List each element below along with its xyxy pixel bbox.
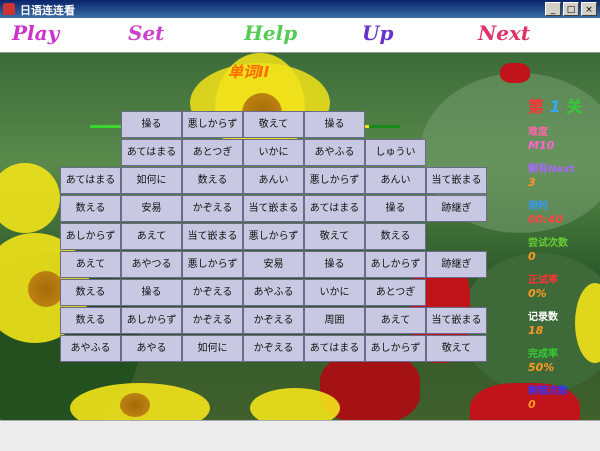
word-tile[interactable]: あとつぎ xyxy=(365,279,426,306)
word-tile[interactable]: あしからず xyxy=(60,223,121,250)
next-button[interactable]: Next xyxy=(478,21,530,45)
word-tile[interactable]: あやつる xyxy=(121,251,182,278)
word-tile[interactable]: あやふる xyxy=(60,335,121,362)
stat-label: 剩错次数 xyxy=(528,386,568,397)
stat-label: 剩有Next xyxy=(528,164,575,175)
word-tile[interactable]: 数える xyxy=(60,307,121,334)
word-tile[interactable]: 周囲 xyxy=(304,307,365,334)
window-title: 日语连连看 xyxy=(20,4,75,17)
stat-label: 完成率 xyxy=(528,349,558,360)
word-set-title: 单词II xyxy=(228,63,270,81)
game-board-area: 单词II 操る 悪しからず 敬えて 操る あてはまる あとつぎ いかに あやふる しゅうい あては… xyxy=(0,53,600,420)
word-tile[interactable]: しゅうい xyxy=(365,139,426,166)
word-tile[interactable]: あんい xyxy=(365,167,426,194)
word-tile[interactable]: いかに xyxy=(304,279,365,306)
word-tile[interactable]: あてはまる xyxy=(60,167,121,194)
word-tile[interactable]: 敬えて xyxy=(243,111,304,138)
word-tile[interactable]: 如何に xyxy=(182,335,243,362)
stat-value: 00:40 xyxy=(528,213,564,226)
word-tile[interactable]: 数える xyxy=(365,223,426,250)
word-tile[interactable]: かぞえる xyxy=(243,335,304,362)
word-tile[interactable]: 悪しからず xyxy=(304,167,365,194)
word-tile[interactable]: 当て嵌まる xyxy=(426,307,487,334)
word-tile[interactable]: 当て嵌まる xyxy=(182,223,243,250)
stat-value: 0 xyxy=(528,250,536,263)
word-tile[interactable]: 操る xyxy=(304,111,365,138)
stat-label: 难度 xyxy=(528,127,548,138)
word-tile[interactable]: あてはまる xyxy=(121,139,182,166)
set-button[interactable]: Set xyxy=(128,21,164,45)
stat-label: 正试率 xyxy=(528,275,558,286)
stat-label: 尝试次数 xyxy=(528,238,568,249)
word-tile[interactable]: 安易 xyxy=(243,251,304,278)
word-tile[interactable]: 如何に xyxy=(121,167,182,194)
word-tile[interactable]: 跡継ぎ xyxy=(426,195,487,222)
stat-value: 3 xyxy=(528,176,536,189)
word-tile[interactable]: 敬えて xyxy=(426,335,487,362)
help-button[interactable]: Help xyxy=(244,21,297,45)
level-indicator: 第 1 关 xyxy=(528,93,582,117)
stat-value: M10 xyxy=(528,139,555,152)
up-button[interactable]: Up xyxy=(362,21,393,45)
word-tile[interactable]: 悪しからず xyxy=(182,111,243,138)
word-tile[interactable]: 悪しからず xyxy=(182,251,243,278)
word-tile[interactable]: 当て嵌まる xyxy=(426,167,487,194)
word-tile[interactable]: かぞえる xyxy=(182,279,243,306)
stat-value: 50% xyxy=(528,361,555,374)
word-tile[interactable]: あえて xyxy=(60,251,121,278)
close-button[interactable]: × xyxy=(581,2,597,16)
level-number: 1 xyxy=(549,97,561,116)
word-tile[interactable]: あてはまる xyxy=(304,335,365,362)
word-tile[interactable]: あやる xyxy=(121,335,182,362)
word-tile[interactable]: かぞえる xyxy=(182,195,243,222)
stat-label: 用时 xyxy=(528,201,548,212)
word-tile[interactable]: あとつぎ xyxy=(182,139,243,166)
status-bar xyxy=(0,420,600,451)
maximize-button[interactable]: □ xyxy=(563,2,579,16)
word-tile[interactable]: 敬えて xyxy=(304,223,365,250)
word-tile[interactable]: 操る xyxy=(121,111,182,138)
word-tile[interactable]: 跡継ぎ xyxy=(426,251,487,278)
word-tile[interactable]: 当て嵌まる xyxy=(243,195,304,222)
word-tile[interactable]: 数える xyxy=(60,195,121,222)
word-tile[interactable]: 数える xyxy=(182,167,243,194)
play-button[interactable]: Play xyxy=(12,21,59,45)
word-tile[interactable]: 安易 xyxy=(121,195,182,222)
stat-label: 记录数 xyxy=(528,312,558,323)
stat-value: 18 xyxy=(528,324,544,337)
level-suffix: 关 xyxy=(566,97,583,116)
stat-value: 0 xyxy=(528,398,536,411)
word-tile[interactable]: あやふる xyxy=(243,279,304,306)
word-tile[interactable]: あてはまる xyxy=(304,195,365,222)
word-tile[interactable]: あしからず xyxy=(365,251,426,278)
word-tile[interactable]: いかに xyxy=(243,139,304,166)
toolbar: Play Set Help Up Next xyxy=(0,18,600,53)
word-tile[interactable]: 操る xyxy=(365,195,426,222)
stat-value: 0% xyxy=(528,287,547,300)
word-tile[interactable]: あしからず xyxy=(365,335,426,362)
word-tile[interactable]: あんい xyxy=(243,167,304,194)
word-tile[interactable]: 操る xyxy=(121,279,182,306)
word-tile[interactable]: かぞえる xyxy=(182,307,243,334)
title-bar: 日语连连看 _ □ × xyxy=(0,0,600,18)
word-tile[interactable]: あやふる xyxy=(304,139,365,166)
word-tile[interactable]: あしからず xyxy=(121,307,182,334)
word-tile[interactable]: 悪しからず xyxy=(243,223,304,250)
app-icon xyxy=(3,3,15,15)
level-prefix: 第 xyxy=(528,97,545,116)
window-controls: _ □ × xyxy=(545,2,597,16)
word-tile[interactable]: 数える xyxy=(60,279,121,306)
word-tile[interactable]: かぞえる xyxy=(243,307,304,334)
word-tile[interactable]: あえて xyxy=(365,307,426,334)
word-tile[interactable]: 操る xyxy=(304,251,365,278)
minimize-button[interactable]: _ xyxy=(545,2,561,16)
word-tile[interactable]: あえて xyxy=(121,223,182,250)
